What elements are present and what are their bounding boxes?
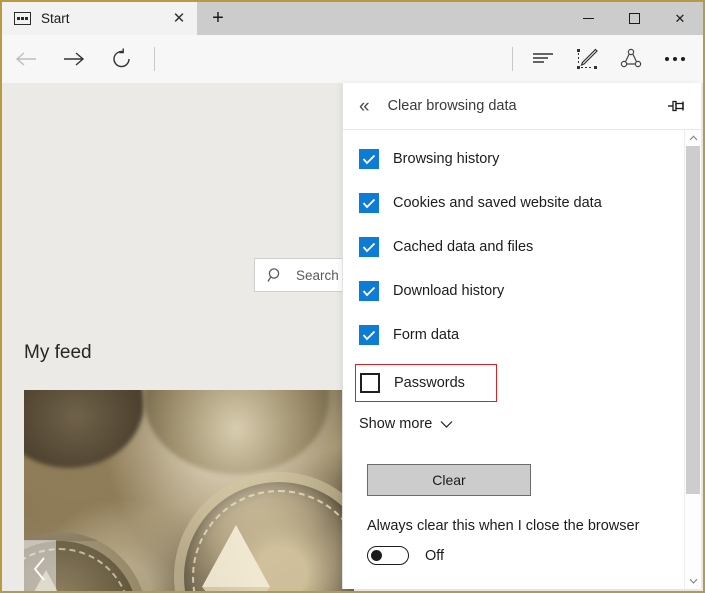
checkbox-label: Browsing history [393,151,499,167]
scrollbar-track[interactable] [685,146,701,573]
always-clear-toggle-row[interactable]: Off [367,546,679,565]
checkbox-download-history[interactable] [359,281,379,301]
close-window-button[interactable]: ✕ [657,2,703,35]
reading-view-icon[interactable] [521,35,565,83]
web-note-icon[interactable] [565,35,609,83]
share-icon[interactable] [609,35,653,83]
checkbox-label: Passwords [394,375,465,391]
feed-card[interactable]: e t h e People... [24,390,354,591]
scroll-down-arrow[interactable] [685,573,701,589]
show-more-label: Show more [359,416,432,432]
tab-title: Start [41,11,167,26]
back-button[interactable] [2,35,50,83]
flyout-header: « Clear browsing data [343,83,701,130]
forward-button[interactable] [50,35,98,83]
more-ellipsis-icon[interactable] [653,35,697,83]
always-clear-toggle[interactable] [367,546,409,565]
checkbox-row-passwords[interactable]: Passwords [355,364,497,402]
flyout-scrollbar[interactable] [684,130,701,589]
scroll-up-arrow[interactable] [685,130,701,146]
checkbox-row-download-history[interactable]: Download history [355,276,679,306]
checkbox-row-cached-data[interactable]: Cached data and files [355,232,679,262]
browser-window: Start ✕ + ✕ [0,0,705,593]
checkbox-cookies[interactable] [359,193,379,213]
page-title: My feed [24,342,92,364]
coin-blur-left [24,390,144,468]
browser-tab-start[interactable]: Start ✕ [2,2,197,35]
checkbox-label: Download history [393,283,504,299]
checkbox-row-cookies[interactable]: Cookies and saved website data [355,188,679,218]
toolbar-divider-right [512,47,513,71]
checkbox-label: Cookies and saved website data [393,195,602,211]
checkbox-form-data[interactable] [359,325,379,345]
checkbox-passwords[interactable] [360,373,380,393]
new-tab-button[interactable]: + [197,2,239,35]
checkbox-browsing-history[interactable] [359,149,379,169]
flyout-body: Browsing history Cookies and saved websi… [343,130,701,589]
close-tab-icon[interactable]: ✕ [167,7,191,31]
chevron-down-icon [440,420,453,429]
checkbox-label: Cached data and files [393,239,533,255]
checkbox-label: Form data [393,327,459,343]
coin-blur-right [144,390,329,474]
pin-icon[interactable] [667,98,687,114]
scrollbar-thumb[interactable] [686,146,700,494]
feed-card-image: e t h e [24,390,354,591]
window-controls: ✕ [565,2,703,35]
search-icon [267,267,284,284]
flyout-title: Clear browsing data [388,98,667,114]
maximize-button[interactable] [611,2,657,35]
toggle-state-label: Off [425,548,444,564]
toolbar-right-group [512,35,703,83]
show-more-button[interactable]: Show more [359,416,679,432]
refresh-button[interactable] [98,35,146,83]
title-bar: Start ✕ + ✕ [2,2,703,35]
minimize-button[interactable] [565,2,611,35]
checkbox-row-browsing-history[interactable]: Browsing history [355,144,679,174]
toolbar-divider [154,47,155,71]
navigation-toolbar [2,35,703,83]
carousel-previous-button[interactable] [24,540,56,591]
always-clear-label: Always clear this when I close the brows… [367,518,679,534]
clear-button[interactable]: Clear [367,464,531,496]
back-chevron-icon[interactable]: « [359,97,370,116]
clear-browsing-data-flyout: « Clear browsing data Browsing history [342,83,701,589]
start-page-icon [14,12,31,25]
checkbox-row-form-data[interactable]: Form data [355,320,679,350]
checkbox-cached-data[interactable] [359,237,379,257]
